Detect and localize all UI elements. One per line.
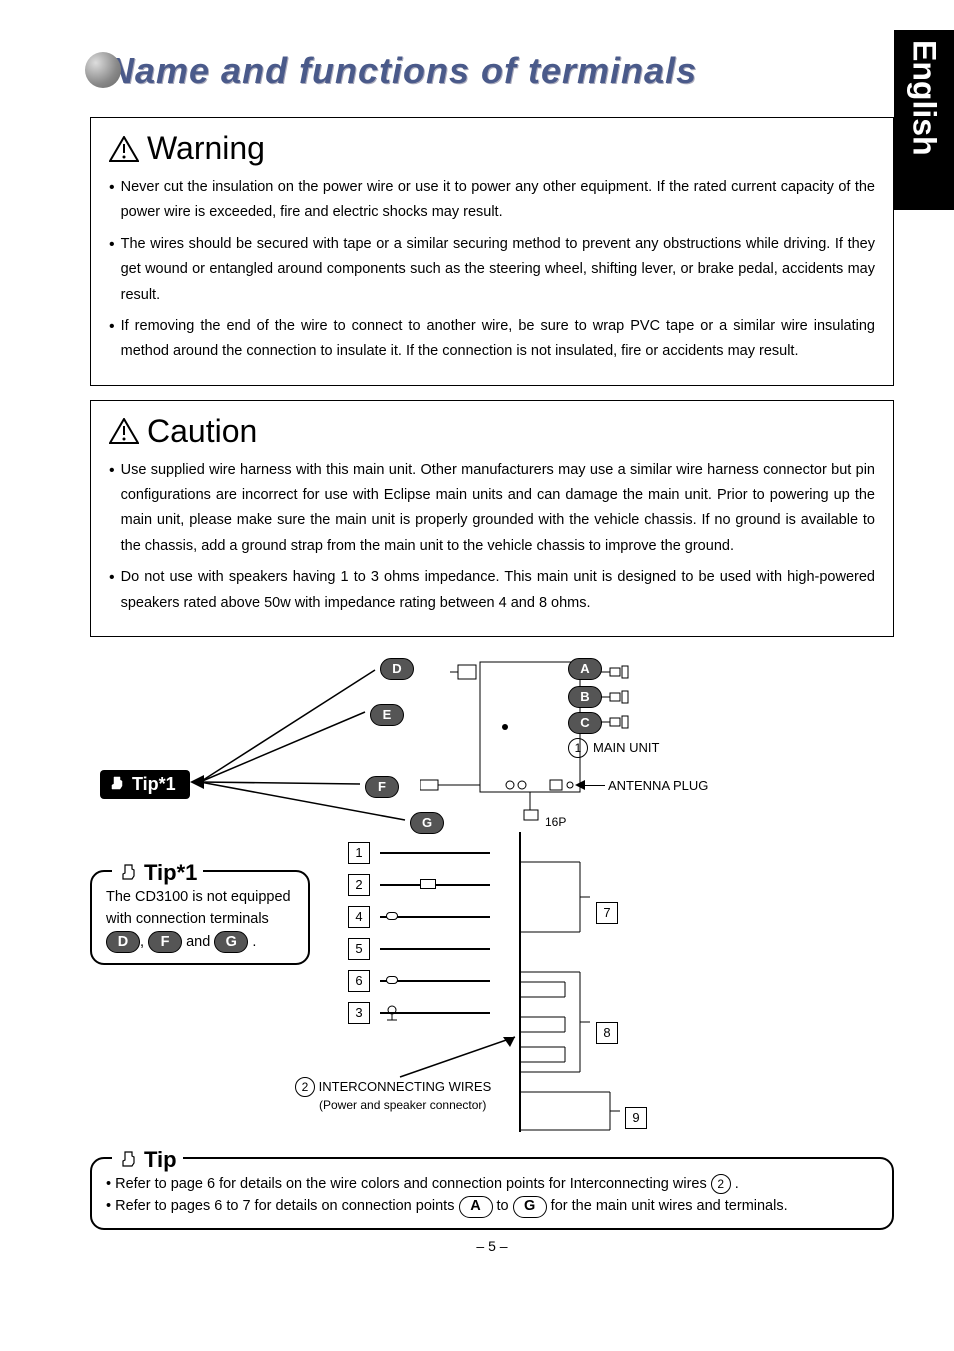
page-title: Name and functions of terminals (90, 50, 894, 92)
warning-box: Warning Never cut the insulation on the … (90, 117, 894, 386)
page-title-wrap: Name and functions of terminals (90, 50, 894, 92)
caution-heading: Caution (109, 413, 875, 450)
terminal-b-label: B (568, 686, 602, 708)
tip1-badge: Tip*1 (100, 770, 190, 799)
terminal-f-ref: F (148, 931, 182, 953)
pointing-hand-icon (118, 1150, 138, 1170)
warning-triangle-icon (109, 136, 139, 162)
caution-item: Do not use with speakers having 1 to 3 o… (109, 565, 875, 616)
circled-1: 1 (568, 738, 588, 758)
tip1-text: The CD3100 is not equipped with connecti… (106, 889, 291, 950)
caution-box: Caution Use supplied wire harness with t… (90, 400, 894, 637)
wire-4: 4 (348, 906, 370, 928)
circled-2: 2 (295, 1077, 315, 1097)
warning-heading: Warning (109, 130, 875, 167)
warning-heading-text: Warning (147, 130, 265, 167)
page-number: – 5 – (90, 1238, 894, 1254)
tip-bottom-line2: • Refer to pages 6 to 7 for details on c… (106, 1195, 878, 1217)
caution-list: Use supplied wire harness with this main… (109, 458, 875, 616)
terminal-a-ref: A (459, 1196, 493, 1218)
warning-list: Never cut the insulation on the power wi… (109, 175, 875, 365)
terminal-g-ref2: G (513, 1196, 547, 1218)
tip-bottom-box: Tip • Refer to page 6 for details on the… (90, 1157, 894, 1230)
wire-3: 3 (348, 1002, 370, 1024)
tip-bottom-line1: • Refer to page 6 for details on the wir… (106, 1173, 878, 1195)
terminal-d-ref: D (106, 931, 140, 953)
wire-numbers: 1 2 4 5 6 3 (348, 842, 490, 1034)
interconnecting-arrow (390, 1032, 530, 1082)
circled-2-ref: 2 (711, 1174, 731, 1194)
interconnecting-label: 2 INTERCONNECTING WIRES (Power and speak… (295, 1077, 491, 1112)
warning-item: The wires should be secured with tape or… (109, 232, 875, 308)
caution-item: Use supplied wire harness with this main… (109, 458, 875, 560)
arrow-left-icon (575, 780, 585, 790)
antenna-plug-label: ANTENNA PLUG (608, 778, 708, 793)
warning-item: If removing the end of the wire to conne… (109, 314, 875, 365)
tip1-legend: Tip*1 (112, 856, 203, 890)
caution-heading-text: Caution (147, 413, 257, 450)
pointing-hand-icon (108, 775, 126, 793)
tip-bottom-legend-text: Tip (144, 1143, 177, 1177)
bracket-lines (490, 832, 640, 1132)
tip-bottom-legend: Tip (112, 1143, 183, 1177)
pointing-hand-icon (118, 863, 138, 883)
tip1-connector-lines (190, 662, 420, 832)
terminal-c-label: C (568, 712, 602, 734)
wiring-diagram: D A B C E F G 1 MAIN UNIT ANTENNA PLUG 1… (90, 652, 894, 1152)
tip1-box: Tip*1 The CD3100 is not equipped with co… (90, 870, 310, 965)
page-content: Name and functions of terminals Warning … (0, 0, 954, 1284)
wire-5: 5 (348, 938, 370, 960)
caution-triangle-icon (109, 418, 139, 444)
wire-6: 6 (348, 970, 370, 992)
wire-2: 2 (348, 874, 370, 896)
tip1-badge-text: Tip*1 (132, 774, 176, 795)
terminal-a-label: A (568, 658, 602, 680)
terminal-g-ref: G (214, 931, 248, 953)
warning-item: Never cut the insulation on the power wi… (109, 175, 875, 226)
title-bullet-icon (85, 52, 121, 88)
wire-1: 1 (348, 842, 370, 864)
connector-16p-label: 16P (545, 815, 566, 829)
main-unit-label: MAIN UNIT (593, 740, 659, 755)
tip1-legend-text: Tip*1 (144, 856, 197, 890)
tip1-badge-wrap: Tip*1 (100, 770, 190, 799)
